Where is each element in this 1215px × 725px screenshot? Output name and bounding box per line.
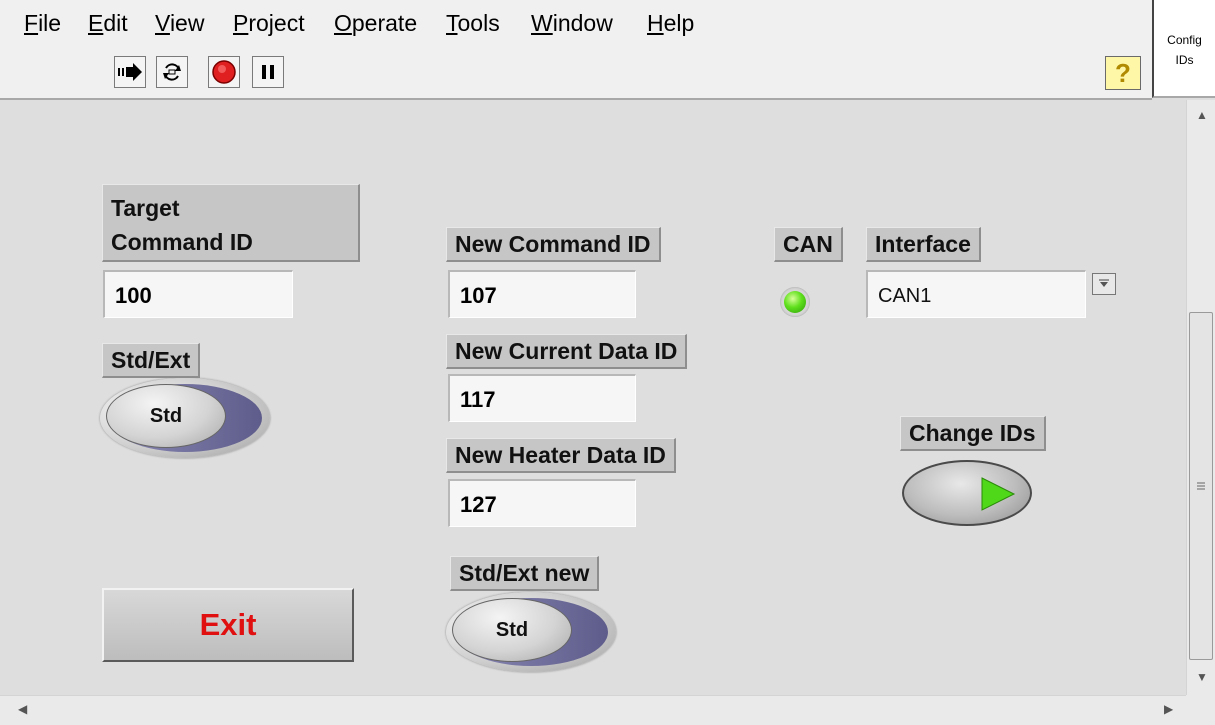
change-ids-button[interactable] (902, 460, 1032, 526)
vertical-scroll-thumb[interactable] (1189, 312, 1213, 660)
target-label-line2: Command ID (111, 229, 253, 255)
menu-bar: File Edit View Project Operate Tools Win… (0, 0, 1152, 47)
run-continuously-icon (163, 63, 181, 81)
help-icon: ? (1115, 57, 1131, 88)
new-current-data-id-field[interactable]: 117 (448, 374, 636, 422)
config-ids-panel[interactable]: Config IDs (1152, 0, 1215, 98)
config-panel-line2: IDs (1175, 53, 1194, 67)
vertical-scrollbar[interactable]: ▲ ▼ (1186, 100, 1215, 695)
can-led-indicator (780, 287, 810, 317)
std-ext-new-knob: Std (452, 598, 572, 662)
pause-icon (262, 65, 274, 79)
new-command-id-label: New Command ID (446, 227, 661, 262)
scroll-down-icon[interactable]: ▼ (1196, 670, 1208, 684)
can-led-light (784, 291, 806, 313)
can-label: CAN (774, 227, 843, 262)
scroll-up-icon[interactable]: ▲ (1196, 108, 1208, 122)
std-ext-new-label: Std/Ext new (450, 556, 600, 591)
menu-file[interactable]: File (24, 10, 61, 37)
new-heater-data-id-label: New Heater Data ID (446, 438, 676, 473)
scrollbar-corner (1186, 695, 1215, 725)
target-command-id-field[interactable]: 100 (103, 270, 293, 318)
menu-project-rest: roject (248, 10, 305, 36)
menu-project[interactable]: Project (233, 10, 305, 37)
run-button[interactable] (114, 56, 146, 88)
menu-view[interactable]: View (155, 10, 204, 37)
menu-window[interactable]: Window (531, 10, 613, 37)
menu-help-rest: elp (663, 10, 695, 36)
interface-dropdown-button[interactable] (1092, 273, 1116, 295)
new-heater-data-id-field[interactable]: 127 (448, 479, 636, 527)
std-ext-switch[interactable]: Std (100, 378, 270, 458)
new-command-id-field[interactable]: 107 (448, 270, 636, 318)
menu-help[interactable]: Help (647, 10, 694, 37)
menu-tools-rest: ools (457, 10, 500, 36)
grip-icon (1197, 482, 1205, 490)
run-arrow-icon (118, 63, 142, 81)
chevron-down-icon (1099, 279, 1109, 287)
menu-operate[interactable]: Operate (334, 10, 417, 37)
pause-button[interactable] (252, 56, 284, 88)
config-panel-line1: Config (1167, 33, 1202, 47)
new-current-data-id-label: New Current Data ID (446, 334, 688, 369)
menu-operate-rest: perate (351, 10, 418, 36)
scroll-left-icon[interactable]: ◀ (18, 702, 27, 716)
exit-button[interactable]: Exit (102, 588, 354, 662)
interface-combobox[interactable]: CAN1 (866, 270, 1086, 318)
std-ext-label: Std/Ext (102, 343, 201, 378)
interface-label: Interface (866, 227, 981, 262)
abort-icon (212, 60, 236, 84)
horizontal-scrollbar[interactable]: ◀ ▶ (0, 695, 1186, 725)
std-ext-knob: Std (106, 384, 226, 448)
menu-window-rest: indow (552, 10, 613, 36)
run-continuously-button[interactable] (156, 56, 188, 88)
target-command-id-label: Target Command ID (102, 184, 360, 262)
abort-button[interactable] (208, 56, 240, 88)
menu-tools[interactable]: Tools (446, 10, 500, 37)
target-label-line1: Target (111, 195, 180, 221)
menu-view-rest: iew (169, 10, 205, 36)
menu-edit[interactable]: Edit (88, 10, 128, 37)
std-ext-new-switch[interactable]: Std (446, 592, 616, 672)
play-arrow-icon (981, 477, 1016, 511)
toolbar (0, 46, 1152, 100)
change-ids-label: Change IDs (900, 416, 1046, 451)
scroll-right-icon[interactable]: ▶ (1164, 702, 1173, 716)
context-help-button[interactable]: ? (1105, 56, 1141, 90)
menu-edit-rest: dit (103, 10, 128, 36)
menu-file-rest: ile (38, 10, 62, 36)
